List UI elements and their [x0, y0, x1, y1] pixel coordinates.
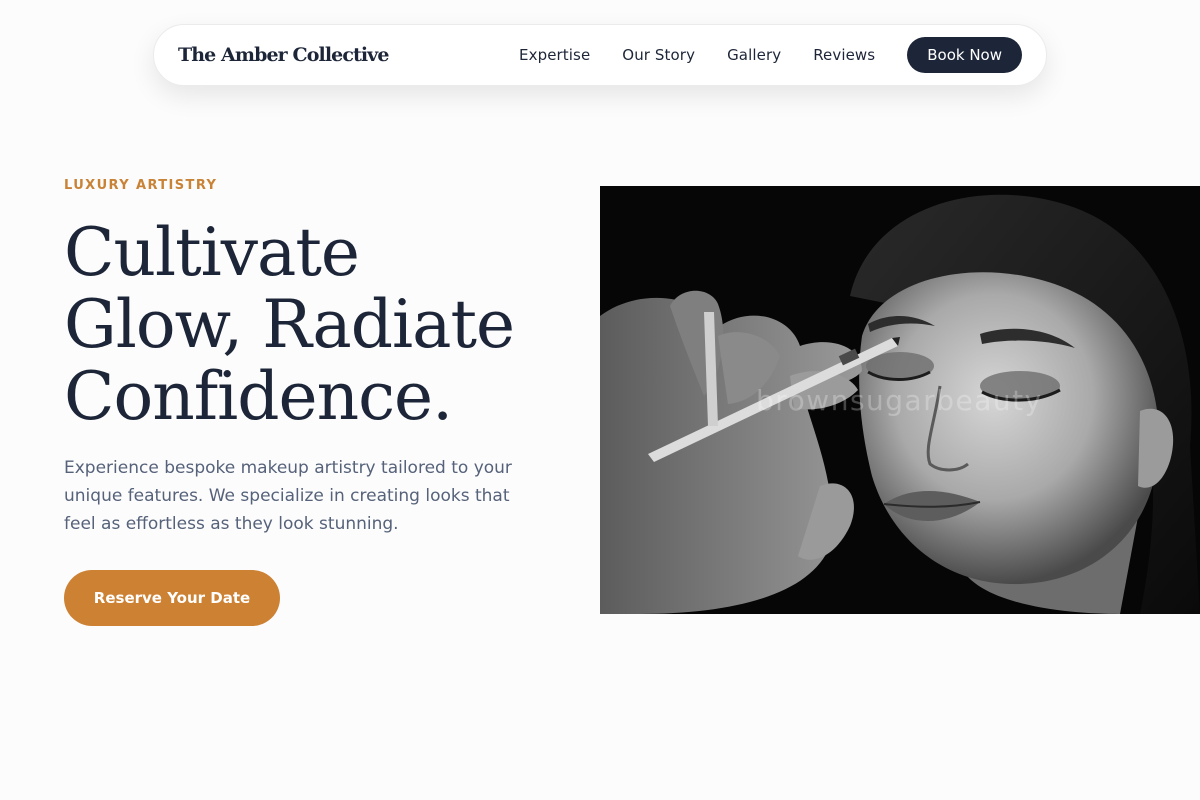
nav-link-our-story[interactable]: Our Story [622, 46, 695, 64]
nav-link-gallery[interactable]: Gallery [727, 46, 781, 64]
hero-eyebrow: LUXURY ARTISTRY [64, 178, 218, 193]
hero-photo: brownsugarbeauty [600, 186, 1200, 614]
image-watermark: brownsugarbeauty [756, 384, 1043, 417]
headline-line-3: Confidence. [64, 358, 453, 435]
hero-description: Experience bespoke makeup artistry tailo… [64, 458, 512, 534]
nav-link-reviews[interactable]: Reviews [813, 46, 875, 64]
brand-logo[interactable]: The Amber Collective [178, 44, 389, 66]
headline-line-1: Cultivate [64, 214, 360, 291]
nav-link-expertise[interactable]: Expertise [519, 46, 590, 64]
top-nav-bar: The Amber Collective Expertise Our Story… [153, 24, 1047, 86]
headline-line-2: Glow, Radiate [64, 286, 515, 363]
nav-links: Expertise Our Story Gallery Reviews Book… [519, 37, 1022, 73]
reserve-date-button[interactable]: Reserve Your Date [64, 570, 280, 626]
book-now-button[interactable]: Book Now [907, 37, 1022, 73]
hero-headline: Cultivate Glow, Radiate Confidence. [64, 217, 564, 433]
